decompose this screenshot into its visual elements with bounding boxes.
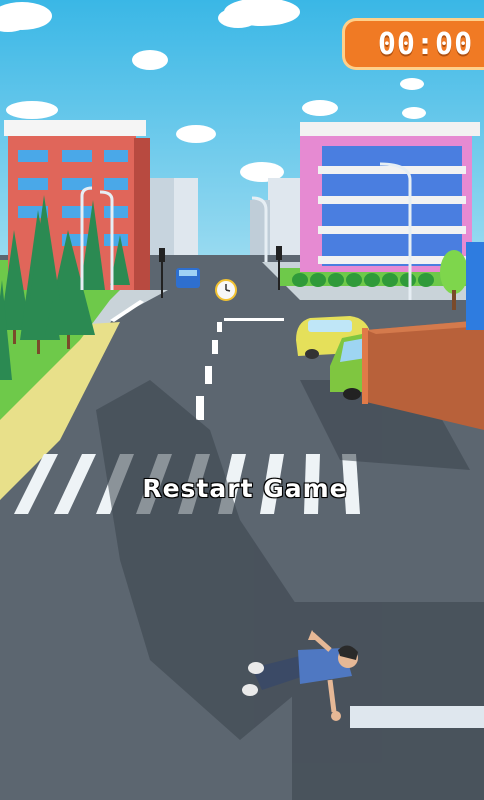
game-scene bbox=[0, 0, 484, 800]
alarm-clock-icon bbox=[215, 279, 237, 301]
restart-game-button[interactable]: Restart Game bbox=[100, 466, 390, 510]
building-left bbox=[4, 120, 150, 290]
blue-sign bbox=[466, 242, 484, 330]
timer-badge: 00:00 bbox=[342, 18, 484, 70]
lane-line-bottom bbox=[350, 706, 484, 728]
timer-text: 00:00 bbox=[377, 26, 474, 62]
car-blue bbox=[176, 268, 200, 288]
building-right bbox=[300, 122, 480, 272]
